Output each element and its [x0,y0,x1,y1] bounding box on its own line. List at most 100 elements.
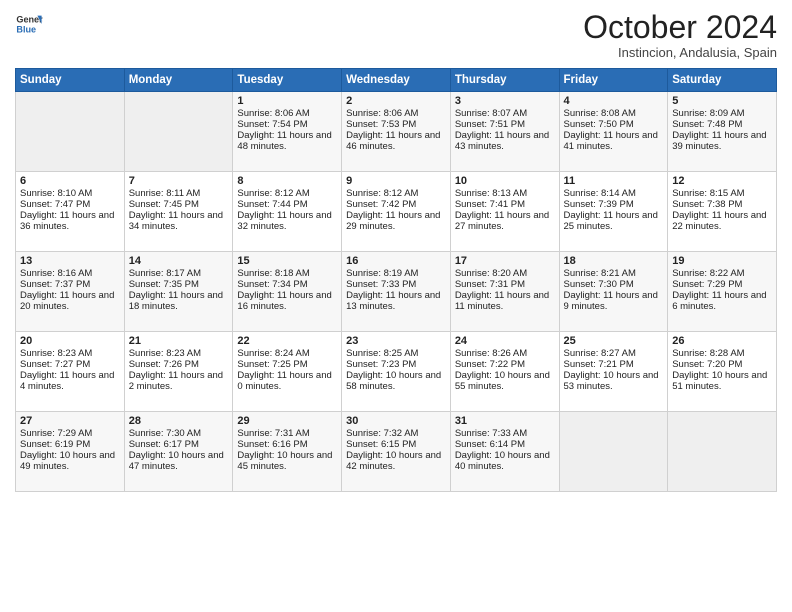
day-number: 10 [455,175,555,187]
calendar-header-cell: Friday [559,69,668,92]
sunset-text: Sunset: 7:27 PM [20,359,90,370]
sunrise-text: Sunrise: 8:27 AM [564,348,636,359]
day-number: 8 [237,175,337,187]
day-number: 22 [237,335,337,347]
calendar-cell: 13Sunrise: 8:16 AMSunset: 7:37 PMDayligh… [16,252,125,332]
sunset-text: Sunset: 7:53 PM [346,119,416,130]
day-number: 1 [237,95,337,107]
calendar-header-cell: Thursday [450,69,559,92]
day-number: 30 [346,415,446,427]
daylight-text: Daylight: 11 hours and 36 minutes. [20,210,114,232]
logo-icon: General Blue [15,10,43,38]
calendar-cell: 6Sunrise: 8:10 AMSunset: 7:47 PMDaylight… [16,172,125,252]
sunrise-text: Sunrise: 8:22 AM [672,268,744,279]
sunset-text: Sunset: 7:45 PM [129,199,199,210]
calendar-body: 1Sunrise: 8:06 AMSunset: 7:54 PMDaylight… [16,92,777,492]
sunset-text: Sunset: 6:14 PM [455,439,525,450]
day-number: 17 [455,255,555,267]
sunset-text: Sunset: 7:26 PM [129,359,199,370]
calendar-cell: 30Sunrise: 7:32 AMSunset: 6:15 PMDayligh… [342,412,451,492]
day-number: 13 [20,255,120,267]
sunrise-text: Sunrise: 7:33 AM [455,428,527,439]
calendar-week-row: 13Sunrise: 8:16 AMSunset: 7:37 PMDayligh… [16,252,777,332]
sunset-text: Sunset: 7:50 PM [564,119,634,130]
day-number: 6 [20,175,120,187]
daylight-text: Daylight: 11 hours and 25 minutes. [564,210,658,232]
daylight-text: Daylight: 11 hours and 4 minutes. [20,370,114,392]
calendar-cell: 20Sunrise: 8:23 AMSunset: 7:27 PMDayligh… [16,332,125,412]
calendar-cell: 5Sunrise: 8:09 AMSunset: 7:48 PMDaylight… [668,92,777,172]
sunset-text: Sunset: 7:29 PM [672,279,742,290]
calendar-cell: 18Sunrise: 8:21 AMSunset: 7:30 PMDayligh… [559,252,668,332]
calendar-header-row: SundayMondayTuesdayWednesdayThursdayFrid… [16,69,777,92]
sunrise-text: Sunrise: 7:32 AM [346,428,418,439]
calendar-header-cell: Wednesday [342,69,451,92]
calendar-cell: 3Sunrise: 8:07 AMSunset: 7:51 PMDaylight… [450,92,559,172]
day-number: 20 [20,335,120,347]
day-number: 3 [455,95,555,107]
calendar-cell: 11Sunrise: 8:14 AMSunset: 7:39 PMDayligh… [559,172,668,252]
day-number: 9 [346,175,446,187]
day-number: 4 [564,95,664,107]
sunset-text: Sunset: 7:54 PM [237,119,307,130]
sunrise-text: Sunrise: 8:19 AM [346,268,418,279]
sunset-text: Sunset: 7:33 PM [346,279,416,290]
sunset-text: Sunset: 7:41 PM [455,199,525,210]
sunset-text: Sunset: 7:25 PM [237,359,307,370]
calendar-cell: 4Sunrise: 8:08 AMSunset: 7:50 PMDaylight… [559,92,668,172]
calendar-week-row: 6Sunrise: 8:10 AMSunset: 7:47 PMDaylight… [16,172,777,252]
day-number: 21 [129,335,229,347]
day-number: 19 [672,255,772,267]
calendar-header-cell: Sunday [16,69,125,92]
day-number: 26 [672,335,772,347]
calendar-cell: 19Sunrise: 8:22 AMSunset: 7:29 PMDayligh… [668,252,777,332]
calendar-cell: 31Sunrise: 7:33 AMSunset: 6:14 PMDayligh… [450,412,559,492]
day-number: 15 [237,255,337,267]
sunrise-text: Sunrise: 8:26 AM [455,348,527,359]
calendar-cell: 24Sunrise: 8:26 AMSunset: 7:22 PMDayligh… [450,332,559,412]
calendar-week-row: 20Sunrise: 8:23 AMSunset: 7:27 PMDayligh… [16,332,777,412]
daylight-text: Daylight: 10 hours and 53 minutes. [564,370,659,392]
calendar-week-row: 27Sunrise: 7:29 AMSunset: 6:19 PMDayligh… [16,412,777,492]
calendar-cell: 21Sunrise: 8:23 AMSunset: 7:26 PMDayligh… [124,332,233,412]
daylight-text: Daylight: 11 hours and 16 minutes. [237,290,331,312]
calendar-cell: 10Sunrise: 8:13 AMSunset: 7:41 PMDayligh… [450,172,559,252]
sunrise-text: Sunrise: 8:15 AM [672,188,744,199]
sunrise-text: Sunrise: 8:23 AM [129,348,201,359]
daylight-text: Daylight: 11 hours and 22 minutes. [672,210,766,232]
calendar-cell: 23Sunrise: 8:25 AMSunset: 7:23 PMDayligh… [342,332,451,412]
calendar-cell: 25Sunrise: 8:27 AMSunset: 7:21 PMDayligh… [559,332,668,412]
daylight-text: Daylight: 11 hours and 39 minutes. [672,130,766,152]
calendar-cell: 14Sunrise: 8:17 AMSunset: 7:35 PMDayligh… [124,252,233,332]
calendar-cell [16,92,125,172]
daylight-text: Daylight: 10 hours and 42 minutes. [346,450,441,472]
month-title: October 2024 [583,10,777,45]
daylight-text: Daylight: 11 hours and 18 minutes. [129,290,223,312]
sunset-text: Sunset: 7:21 PM [564,359,634,370]
calendar-table: SundayMondayTuesdayWednesdayThursdayFrid… [15,68,777,492]
day-number: 29 [237,415,337,427]
daylight-text: Daylight: 11 hours and 34 minutes. [129,210,223,232]
day-number: 2 [346,95,446,107]
logo: General Blue [15,10,43,38]
sunset-text: Sunset: 6:15 PM [346,439,416,450]
daylight-text: Daylight: 11 hours and 27 minutes. [455,210,549,232]
day-number: 28 [129,415,229,427]
daylight-text: Daylight: 11 hours and 13 minutes. [346,290,440,312]
day-number: 14 [129,255,229,267]
title-block: October 2024 Instincion, Andalusia, Spai… [583,10,777,60]
calendar-cell: 8Sunrise: 8:12 AMSunset: 7:44 PMDaylight… [233,172,342,252]
sunrise-text: Sunrise: 8:28 AM [672,348,744,359]
sunset-text: Sunset: 7:31 PM [455,279,525,290]
daylight-text: Daylight: 10 hours and 51 minutes. [672,370,767,392]
sunrise-text: Sunrise: 7:31 AM [237,428,309,439]
day-number: 25 [564,335,664,347]
sunset-text: Sunset: 7:44 PM [237,199,307,210]
day-number: 5 [672,95,772,107]
sunrise-text: Sunrise: 8:12 AM [346,188,418,199]
sunset-text: Sunset: 7:20 PM [672,359,742,370]
sunset-text: Sunset: 7:38 PM [672,199,742,210]
sunrise-text: Sunrise: 8:16 AM [20,268,92,279]
day-number: 12 [672,175,772,187]
calendar-cell: 26Sunrise: 8:28 AMSunset: 7:20 PMDayligh… [668,332,777,412]
